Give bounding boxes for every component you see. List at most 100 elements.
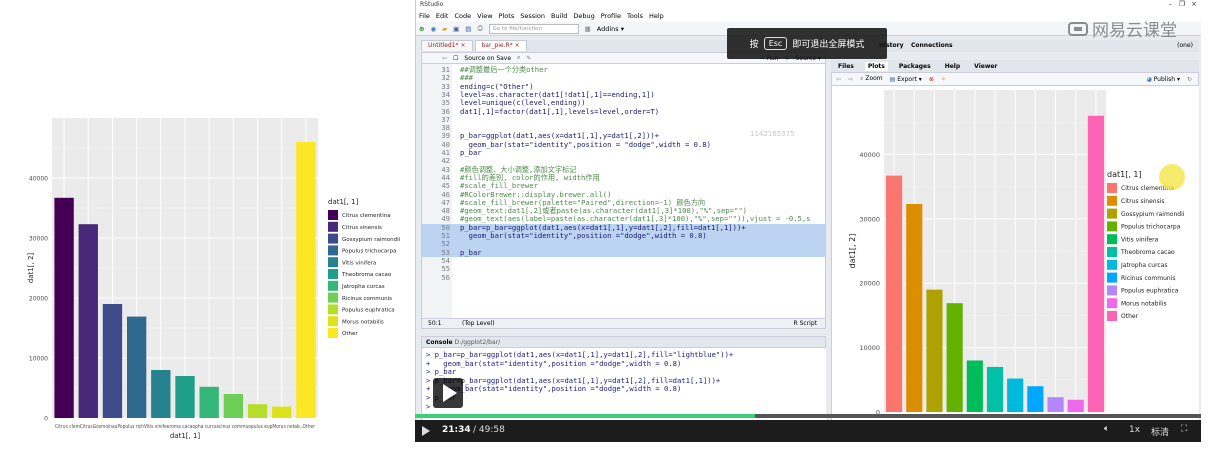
left-bar-chart: 0 10000 20000 30000 40000 dat1[, 2] dat1[, 1] C… <box>27 118 401 440</box>
line-text: p_bar <box>460 247 482 257</box>
y-tick-label: 30000 <box>859 215 880 223</box>
back-arrow-icon[interactable]: ⇦ <box>442 55 447 62</box>
menu-item-profile[interactable]: Profile <box>601 12 621 20</box>
menu-item-code[interactable]: Code <box>454 12 471 20</box>
menu-item-edit[interactable]: Edit <box>436 12 449 20</box>
esc-key: Esc <box>763 37 788 50</box>
menu-item-session[interactable]: Session <box>520 12 545 20</box>
console-header: Console D:/ggplot2/bar/ <box>421 336 826 348</box>
bar-theobroma-cacao <box>175 376 195 418</box>
print-icon[interactable]: ⎙ <box>477 24 482 33</box>
save-all-icon[interactable]: ▤ <box>465 25 471 33</box>
tab-connections[interactable]: Connections <box>911 42 953 49</box>
tab-untitled1[interactable]: Untitled1* × <box>421 40 473 51</box>
tab-packages[interactable]: Packages <box>896 62 934 71</box>
bar-gossypium-raimondii <box>926 289 943 412</box>
refresh-plot-icon[interactable]: ↻ <box>1187 76 1192 83</box>
console-path: D:/ggplot2/bar/ <box>454 339 501 346</box>
total-time: / 49:58 <box>473 425 505 435</box>
close-icon[interactable]: × <box>1191 0 1197 8</box>
menu-item-plots[interactable]: Plots <box>499 12 515 20</box>
new-project-icon[interactable]: ◉ <box>430 25 436 33</box>
menu-item-tools[interactable]: Tools <box>627 12 643 20</box>
maximize-icon[interactable]: ❐ <box>1179 0 1185 8</box>
tab-help[interactable]: Help <box>942 62 963 71</box>
speed-button[interactable]: 1x <box>1129 425 1140 435</box>
next-plot-icon[interactable]: ⇨ <box>848 76 853 83</box>
addins-button[interactable]: Addins ▾ <box>597 25 624 33</box>
new-file-icon[interactable]: ⊕ <box>419 25 424 33</box>
grid-icon[interactable]: ▦ <box>585 25 591 33</box>
menu-item-build[interactable]: Build <box>551 12 567 20</box>
quality-button[interactable]: 标清 <box>1151 425 1169 438</box>
file-type-indicator[interactable]: R Script <box>794 320 817 327</box>
plot-viewer: 0 10000 20000 30000 40000 dat1[, 2] dat1[, 1] C… <box>831 86 1199 420</box>
legend-label: Other <box>342 331 358 337</box>
menu-item-file[interactable]: File <box>419 12 430 20</box>
window-title: RStudio <box>420 1 444 8</box>
minimize-icon[interactable]: – <box>1169 0 1173 8</box>
bar-citrus-sinensis <box>906 203 923 412</box>
legend-label: Ricinus communis <box>342 296 392 302</box>
remove-plot-icon[interactable]: ⊗ <box>929 76 934 83</box>
legend-key <box>1107 221 1117 232</box>
goto-file-input[interactable]: Go to file/function <box>488 23 579 34</box>
legend-key <box>1107 272 1117 283</box>
line-text: geom_bar(stat="identity",position = "dod… <box>460 139 711 149</box>
menu-item-debug[interactable]: Debug <box>573 12 594 20</box>
legend-key <box>328 233 338 244</box>
y-axis-label: dat1[, 2] <box>27 253 35 284</box>
volume-icon[interactable]: 🔈︎ <box>1104 424 1109 434</box>
broom-icon[interactable]: ✧ <box>941 76 946 83</box>
bar-vitis-vinifera <box>966 360 983 412</box>
legend-key <box>328 269 338 279</box>
video-progress-track[interactable] <box>415 414 1201 418</box>
tab-bar-pie[interactable]: bar_pie.R* × <box>474 40 527 51</box>
legend-title: dat1[, 1] <box>1107 170 1142 179</box>
legend-label: Populus trichocarpa <box>342 249 396 255</box>
legend-label: Gossypium raimondii <box>1121 211 1185 218</box>
wand-icon[interactable]: ✎ <box>526 55 531 62</box>
bar-morus-notabilis <box>1067 399 1084 412</box>
play-overlay-button[interactable] <box>433 378 463 408</box>
cursor-highlight <box>1159 164 1185 190</box>
code-line: 53 p_bar <box>422 247 825 257</box>
code-line: 55 <box>422 264 825 273</box>
zoom-button[interactable]: ⌕ Zoom <box>860 75 883 83</box>
prev-plot-icon[interactable]: ⇦ <box>836 76 841 83</box>
tab-bar-pie-label: bar_pie.R* <box>481 42 513 49</box>
play-small-icon[interactable] <box>421 426 431 436</box>
esc-post: 即可退出全屏模式 <box>792 40 865 50</box>
tab-files[interactable]: Files <box>835 62 857 71</box>
publish-button[interactable]: ◕ Publish ▾ <box>1146 76 1179 83</box>
legend-label: Gossypium raimondii <box>342 237 401 243</box>
legend-label: Jatropha curcas <box>1120 262 1168 269</box>
source-on-save-checkbox[interactable]: ☐ <box>453 55 458 62</box>
search-icon[interactable]: ⌕ <box>517 54 520 62</box>
line-text: dat1[,1]=factor(dat1[,1],levels=level,or… <box>460 106 660 116</box>
scope-indicator[interactable]: (Top Level) <box>462 320 495 327</box>
y-tick-label: 20000 <box>859 280 880 288</box>
code-line: 31 ##调整最后一个分类other <box>422 65 825 74</box>
code-editor[interactable]: 31 ##调整最后一个分类other 32 ### 33 ending=c("Other"… <box>421 64 826 318</box>
bar-other <box>296 142 316 418</box>
tab-viewer[interactable]: Viewer <box>971 62 1000 71</box>
bar-citrus-clementina <box>886 175 903 412</box>
export-button[interactable]: ▤ Export ▾ <box>890 76 922 83</box>
menu-item-help[interactable]: Help <box>649 12 664 20</box>
open-file-icon[interactable]: ▰ <box>442 25 447 33</box>
bar-gossypium-raimondii <box>102 304 123 418</box>
save-icon[interactable]: ▣ <box>453 25 459 33</box>
fullscreen-icon[interactable]: ⛶ <box>1181 424 1187 434</box>
bar-populus-euphratica <box>247 404 268 418</box>
bar-populus-euphratica <box>1047 397 1064 412</box>
esc-pre: 按 <box>749 40 759 50</box>
video-control-bar: 21:34 / 49:58 🔈︎ 1x 标清 ⛶ <box>415 420 1201 442</box>
legend-label: Morus notabilis <box>1121 300 1167 307</box>
netease-watermark: 网易云课堂 <box>1068 16 1177 41</box>
menu-item-view[interactable]: View <box>477 12 492 20</box>
bar-citrus-sinensis <box>78 224 98 418</box>
code-line: 56 <box>422 273 825 282</box>
console-output[interactable]: > p_bar=p_bar=ggplot(dat1,aes(x=dat1[,1]… <box>421 348 826 420</box>
tab-plots[interactable]: Plots <box>864 61 888 71</box>
